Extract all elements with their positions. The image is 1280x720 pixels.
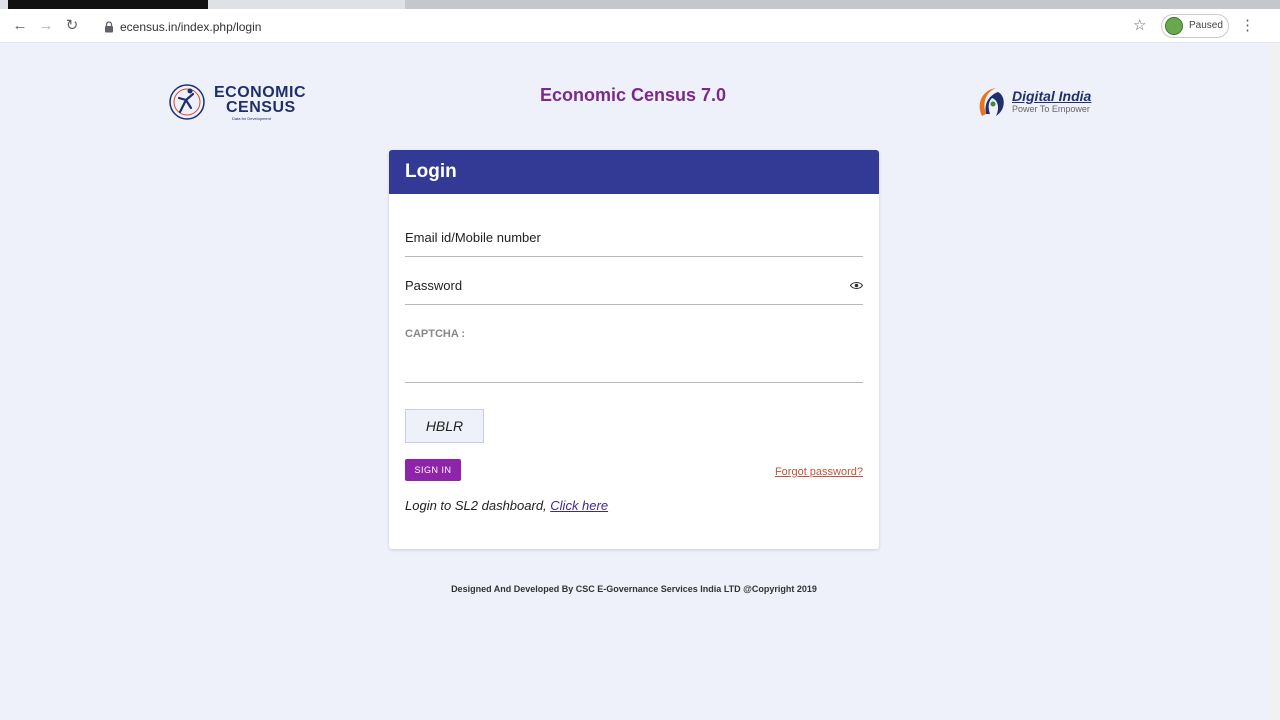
sl2-click-here-link[interactable]: Click here <box>550 498 608 513</box>
captcha-label: CAPTCHA : <box>405 328 466 340</box>
password-placeholder: Password <box>405 278 463 293</box>
reload-icon[interactable]: ↻ <box>62 15 82 37</box>
forgot-password-link[interactable]: Forgot password? <box>775 466 863 478</box>
sign-in-button[interactable]: SIGN IN <box>405 459 461 481</box>
login-card: Login Email id/Mobile number Password CA… <box>389 150 879 549</box>
tab-strip <box>0 0 1280 9</box>
avatar <box>1165 17 1183 35</box>
back-arrow-icon[interactable]: ← <box>10 15 30 37</box>
sl2-login-text: Login to SL2 dashboard, Click here <box>405 498 608 513</box>
sl2-text: Login to SL2 dashboard, <box>405 498 551 513</box>
logo-text-census: CENSUS <box>226 99 296 116</box>
footer-copyright: Designed And Developed By CSC E-Governan… <box>451 584 817 594</box>
active-tab[interactable] <box>8 0 208 9</box>
profile-button[interactable]: Paused <box>1161 14 1229 38</box>
bookmark-star-icon[interactable]: ☆ <box>1133 16 1146 34</box>
logo-tagline: Data for Development <box>232 116 271 121</box>
browser-toolbar: ← → ↻ ecensus.in/index.php/login ☆ Pause… <box>0 9 1280 43</box>
password-field[interactable]: Password <box>405 275 863 305</box>
login-card-header: Login <box>389 150 879 194</box>
inactive-tab[interactable] <box>405 0 1280 9</box>
page-title: Economic Census 7.0 <box>540 85 727 105</box>
profile-status: Paused <box>1189 20 1223 31</box>
lock-icon <box>105 21 113 33</box>
digital-india-title: Digital India <box>1012 88 1092 104</box>
eye-icon[interactable] <box>850 281 863 290</box>
captcha-field[interactable]: CAPTCHA : <box>405 326 863 383</box>
forward-arrow-icon[interactable]: → <box>36 15 56 37</box>
digital-india-logo-icon <box>979 88 1004 116</box>
login-title: Login <box>405 161 457 182</box>
captcha-image: HBLR <box>405 409 484 443</box>
email-field[interactable]: Email id/Mobile number <box>405 226 863 257</box>
email-placeholder: Email id/Mobile number <box>405 230 541 245</box>
address-bar[interactable]: ecensus.in/index.php/login <box>120 18 261 36</box>
digital-india-subtitle: Power To Empower <box>1012 104 1090 114</box>
page-scrollbar[interactable] <box>1269 44 1280 720</box>
more-menu-icon[interactable]: ⋮ <box>1240 16 1255 34</box>
